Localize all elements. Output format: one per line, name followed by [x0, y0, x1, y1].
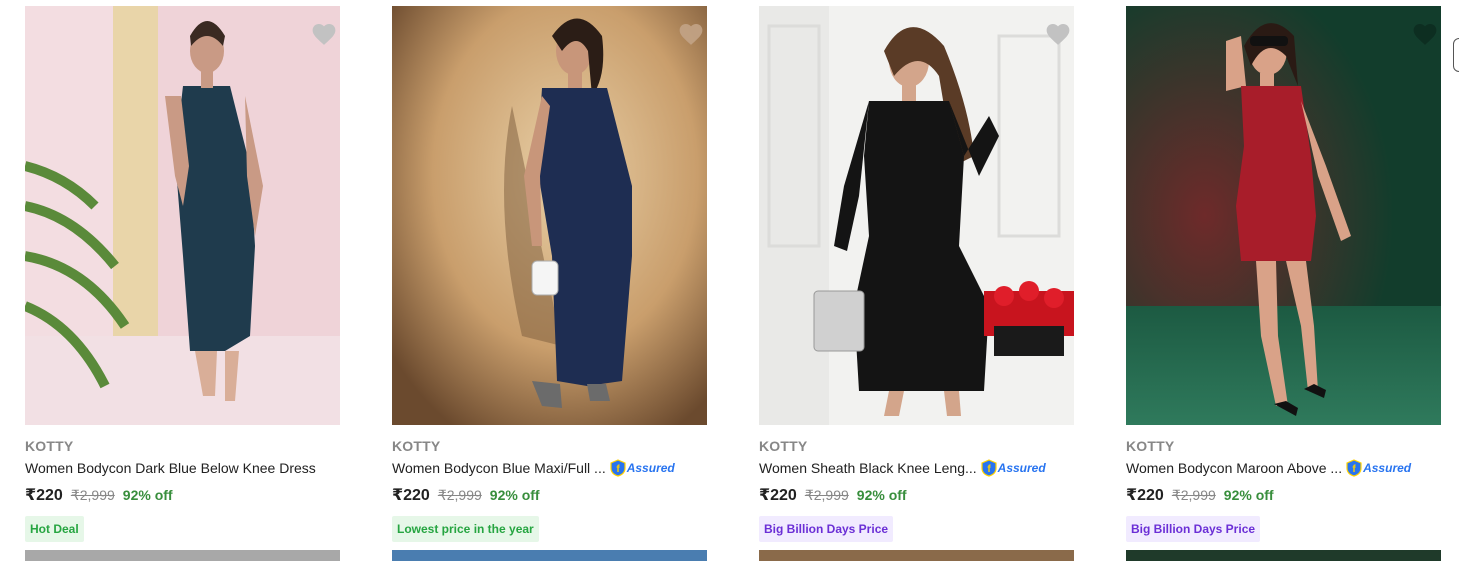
product-title[interactable]: Women Sheath Black Knee Leng...: [759, 460, 977, 476]
wishlist-heart-icon[interactable]: [309, 19, 339, 49]
product-title[interactable]: Women Bodycon Dark Blue Below Knee Dress: [25, 460, 316, 476]
deal-badge: Hot Deal: [25, 516, 84, 542]
product-photo: [1126, 6, 1441, 425]
deal-badge: Big Billion Days Price: [759, 516, 894, 542]
product-brand: KOTTY: [392, 438, 441, 454]
product-title[interactable]: Women Bodycon Maroon Above ...: [1126, 460, 1342, 476]
wishlist-heart-icon[interactable]: [1410, 19, 1440, 49]
product-title-row[interactable]: Women Bodycon Dark Blue Below Knee Dress: [25, 458, 345, 478]
next-row-image-edge: [1126, 550, 1441, 561]
deal-badge: Big Billion Days Price: [1126, 516, 1261, 542]
product-card[interactable]: KOTTY Women Bodycon Dark Blue Below Knee…: [25, 6, 340, 561]
original-price: ₹2,999: [70, 487, 115, 503]
product-title-row[interactable]: Women Bodycon Maroon Above ... f Assured: [1126, 458, 1446, 478]
product-image[interactable]: [759, 6, 1074, 425]
next-row-image-edge: [25, 550, 340, 561]
selling-price: ₹220: [759, 487, 797, 504]
assured-shield-icon: f: [1346, 459, 1362, 477]
product-title-row[interactable]: Women Bodycon Blue Maxi/Full ... f Assur…: [392, 458, 712, 478]
discount-percent: 92% off: [856, 487, 907, 503]
price-row: ₹220 ₹2,999 92% off: [759, 485, 907, 505]
assured-label: Assured: [1363, 461, 1412, 475]
product-card[interactable]: KOTTY Women Sheath Black Knee Leng... f …: [759, 6, 1074, 561]
price-row: ₹220 ₹2,999 92% off: [392, 485, 540, 505]
selling-price: ₹220: [392, 487, 430, 504]
assured-label: Assured: [626, 461, 675, 475]
assured-shield-icon: f: [981, 459, 997, 477]
next-row-image-edge: [392, 550, 707, 561]
price-row: ₹220 ₹2,999 92% off: [1126, 485, 1274, 505]
flipkart-assured-badge: f Assured: [610, 459, 675, 477]
product-photo: [392, 6, 707, 425]
wishlist-heart-icon[interactable]: [1043, 19, 1073, 49]
flipkart-assured-badge: f Assured: [1346, 459, 1411, 477]
product-card[interactable]: KOTTY Women Bodycon Maroon Above ... f A…: [1126, 6, 1441, 561]
assured-shield-icon: f: [610, 459, 626, 477]
carousel-next-button[interactable]: [1453, 38, 1459, 72]
product-image[interactable]: [25, 6, 340, 425]
selling-price: ₹220: [25, 487, 63, 504]
product-image[interactable]: [1126, 6, 1441, 425]
discount-percent: 92% off: [122, 487, 173, 503]
original-price: ₹2,999: [1171, 487, 1216, 503]
flipkart-assured-badge: f Assured: [981, 459, 1046, 477]
original-price: ₹2,999: [804, 487, 849, 503]
price-row: ₹220 ₹2,999 92% off: [25, 485, 173, 505]
selling-price: ₹220: [1126, 487, 1164, 504]
product-title[interactable]: Women Bodycon Blue Maxi/Full ...: [392, 460, 606, 476]
product-brand: KOTTY: [25, 438, 74, 454]
product-brand: KOTTY: [1126, 438, 1175, 454]
discount-percent: 92% off: [1223, 487, 1274, 503]
product-title-row[interactable]: Women Sheath Black Knee Leng... f Assure…: [759, 458, 1079, 478]
product-card[interactable]: KOTTY Women Bodycon Blue Maxi/Full ... f…: [392, 6, 707, 561]
wishlist-heart-icon[interactable]: [676, 19, 706, 49]
assured-label: Assured: [997, 461, 1046, 475]
product-image[interactable]: [392, 6, 707, 425]
next-row-image-edge: [759, 550, 1074, 561]
product-brand: KOTTY: [759, 438, 808, 454]
product-photo: [759, 6, 1074, 425]
deal-badge: Lowest price in the year: [392, 516, 539, 542]
discount-percent: 92% off: [489, 487, 540, 503]
original-price: ₹2,999: [437, 487, 482, 503]
product-photo: [25, 6, 340, 425]
